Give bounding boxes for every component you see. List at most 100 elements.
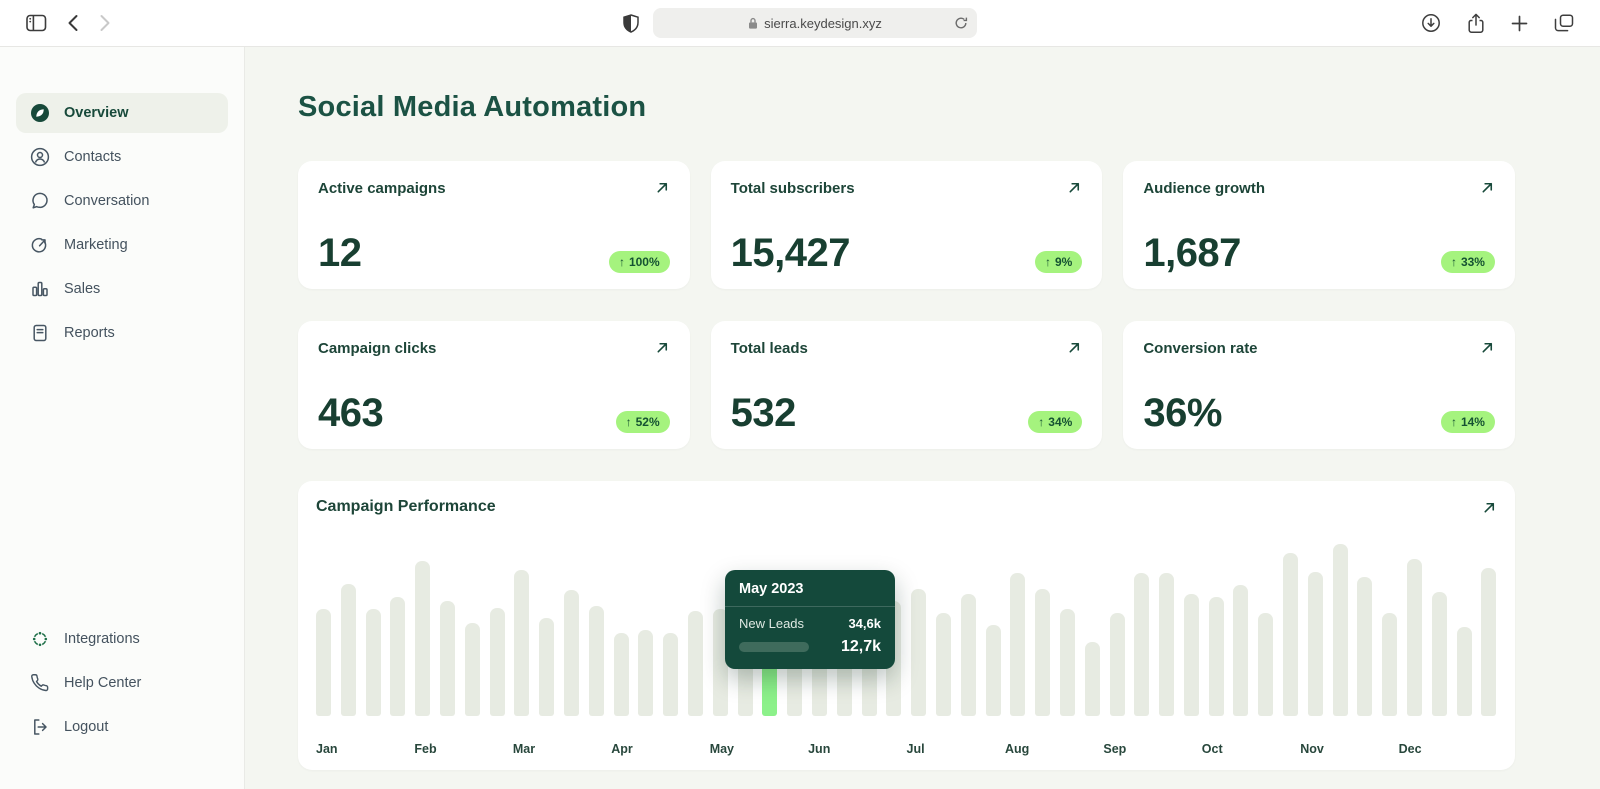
chart-bar[interactable] bbox=[1457, 627, 1472, 716]
reload-icon[interactable] bbox=[954, 16, 968, 30]
stat-card-total-leads: Total leads 532 ↑34% bbox=[711, 321, 1103, 449]
chart-bar[interactable] bbox=[1283, 553, 1298, 716]
chart-bar[interactable] bbox=[465, 623, 480, 716]
stat-value: 1,687 bbox=[1143, 233, 1241, 273]
chart-bar[interactable] bbox=[986, 625, 1001, 716]
chart-bar[interactable] bbox=[390, 597, 405, 716]
chart-bar[interactable] bbox=[1333, 544, 1348, 716]
sidebar-toggle-icon[interactable] bbox=[26, 14, 47, 32]
stat-card-conversion-rate: Conversion rate 36% ↑14% bbox=[1123, 321, 1515, 449]
lock-icon bbox=[748, 17, 758, 30]
privacy-shield-icon[interactable] bbox=[623, 14, 639, 33]
sidebar-item-help-center[interactable]: Help Center bbox=[16, 663, 228, 703]
chart-bar[interactable] bbox=[936, 613, 951, 716]
sidebar-item-marketing[interactable]: Marketing bbox=[16, 225, 228, 265]
chart-bar[interactable] bbox=[614, 633, 629, 716]
chart-bar[interactable] bbox=[638, 630, 653, 716]
chart-month-label: Mar bbox=[513, 742, 611, 756]
overview-leaf-icon bbox=[30, 103, 50, 123]
stat-change-badge: ↑34% bbox=[1028, 411, 1082, 433]
sidebar-item-contacts[interactable]: Contacts bbox=[16, 137, 228, 177]
chart-month-label: Sep bbox=[1103, 742, 1201, 756]
chart-bar[interactable] bbox=[589, 606, 604, 716]
stat-label: Total leads bbox=[731, 340, 1081, 357]
sidebar-item-reports[interactable]: Reports bbox=[16, 313, 228, 353]
chart-month-label: May bbox=[710, 742, 808, 756]
chart-bar[interactable] bbox=[341, 584, 356, 716]
page-title: Social Media Automation bbox=[298, 91, 1515, 124]
sidebar-item-overview[interactable]: Overview bbox=[16, 93, 228, 133]
stat-value: 36% bbox=[1143, 393, 1222, 433]
new-tab-icon[interactable] bbox=[1511, 15, 1528, 32]
chart-month-label: Jan bbox=[316, 742, 414, 756]
chart-bar[interactable] bbox=[564, 590, 579, 716]
chart-bar[interactable] bbox=[1432, 592, 1447, 716]
stat-change-value: 34% bbox=[1048, 416, 1072, 428]
sidebar-item-sales[interactable]: Sales bbox=[16, 269, 228, 309]
chart-bar[interactable] bbox=[1258, 613, 1273, 716]
arrow-up-right-icon[interactable] bbox=[1067, 340, 1082, 355]
chart-bar[interactable] bbox=[1060, 609, 1075, 716]
arrow-up-icon: ↑ bbox=[619, 256, 625, 268]
stat-change-badge: ↑14% bbox=[1441, 411, 1495, 433]
arrow-up-right-icon[interactable] bbox=[655, 340, 670, 355]
stat-change-badge: ↑52% bbox=[616, 411, 670, 433]
chart-bar[interactable] bbox=[1085, 642, 1100, 716]
chart-bar[interactable] bbox=[1010, 573, 1025, 716]
chart-bar[interactable] bbox=[1110, 613, 1125, 716]
chart-bar[interactable] bbox=[316, 609, 331, 716]
chart-bar[interactable] bbox=[490, 608, 505, 716]
chart-bar[interactable] bbox=[911, 589, 926, 716]
chart-bar[interactable] bbox=[1233, 585, 1248, 716]
chart-bar[interactable] bbox=[1035, 589, 1050, 716]
tooltip-divider bbox=[725, 606, 895, 607]
chart-bar[interactable] bbox=[1357, 577, 1372, 716]
chart-bar[interactable] bbox=[1481, 568, 1496, 716]
stat-value: 12 bbox=[318, 233, 362, 273]
tooltip-progress-pill bbox=[739, 642, 809, 652]
chart-bar[interactable] bbox=[1308, 572, 1323, 716]
chart-bar[interactable] bbox=[1184, 594, 1199, 716]
sidebar-item-logout[interactable]: Logout bbox=[16, 707, 228, 747]
back-icon[interactable] bbox=[67, 14, 79, 32]
arrow-up-right-icon[interactable] bbox=[1480, 340, 1495, 355]
stat-label: Campaign clicks bbox=[318, 340, 668, 357]
chart-bars bbox=[316, 544, 1497, 716]
chart-bar[interactable] bbox=[366, 609, 381, 716]
stat-card-audience-growth: Audience growth 1,687 ↑33% bbox=[1123, 161, 1515, 289]
arrow-up-right-icon[interactable] bbox=[1067, 180, 1082, 195]
stat-card-active-campaigns: Active campaigns 12 ↑100% bbox=[298, 161, 690, 289]
chart-bar[interactable] bbox=[440, 601, 455, 716]
chart-bar[interactable] bbox=[688, 611, 703, 716]
chart-bar[interactable] bbox=[1209, 597, 1224, 716]
sidebar-item-conversation[interactable]: Conversation bbox=[16, 181, 228, 221]
chart-bar[interactable] bbox=[1407, 559, 1422, 716]
chart-title: Campaign Performance bbox=[316, 498, 496, 516]
chart-month-label: Jun bbox=[808, 742, 906, 756]
url-text: sierra.keydesign.xyz bbox=[764, 16, 882, 31]
chart-bar[interactable] bbox=[1159, 573, 1174, 716]
chart-bar[interactable] bbox=[663, 633, 678, 716]
tab-overview-icon[interactable] bbox=[1554, 14, 1574, 32]
chart-bar[interactable] bbox=[415, 561, 430, 716]
sidebar: Overview Contacts Conversation Marketing… bbox=[0, 47, 245, 789]
chart-bar[interactable] bbox=[514, 570, 529, 716]
arrow-up-right-icon[interactable] bbox=[655, 180, 670, 195]
share-icon[interactable] bbox=[1467, 13, 1485, 34]
chart-bar[interactable] bbox=[1134, 573, 1149, 716]
logout-arrow-icon bbox=[30, 717, 50, 737]
downloads-icon[interactable] bbox=[1421, 13, 1441, 33]
campaign-performance-chart: Campaign Performance JanFebMarAprMayJunJ… bbox=[298, 481, 1515, 770]
stat-value: 532 bbox=[731, 393, 796, 433]
arrow-up-right-icon[interactable] bbox=[1482, 500, 1497, 515]
sidebar-item-integrations[interactable]: Integrations bbox=[16, 619, 228, 659]
address-bar[interactable]: sierra.keydesign.xyz bbox=[653, 8, 977, 38]
tooltip-value: 34,6k bbox=[848, 616, 881, 631]
arrow-up-right-icon[interactable] bbox=[1480, 180, 1495, 195]
chart-bar[interactable] bbox=[1382, 613, 1397, 716]
chart-bar[interactable] bbox=[961, 594, 976, 716]
target-arrow-icon bbox=[30, 235, 50, 255]
sidebar-spacer bbox=[16, 357, 228, 619]
stat-label: Active campaigns bbox=[318, 180, 668, 197]
chart-bar[interactable] bbox=[539, 618, 554, 716]
